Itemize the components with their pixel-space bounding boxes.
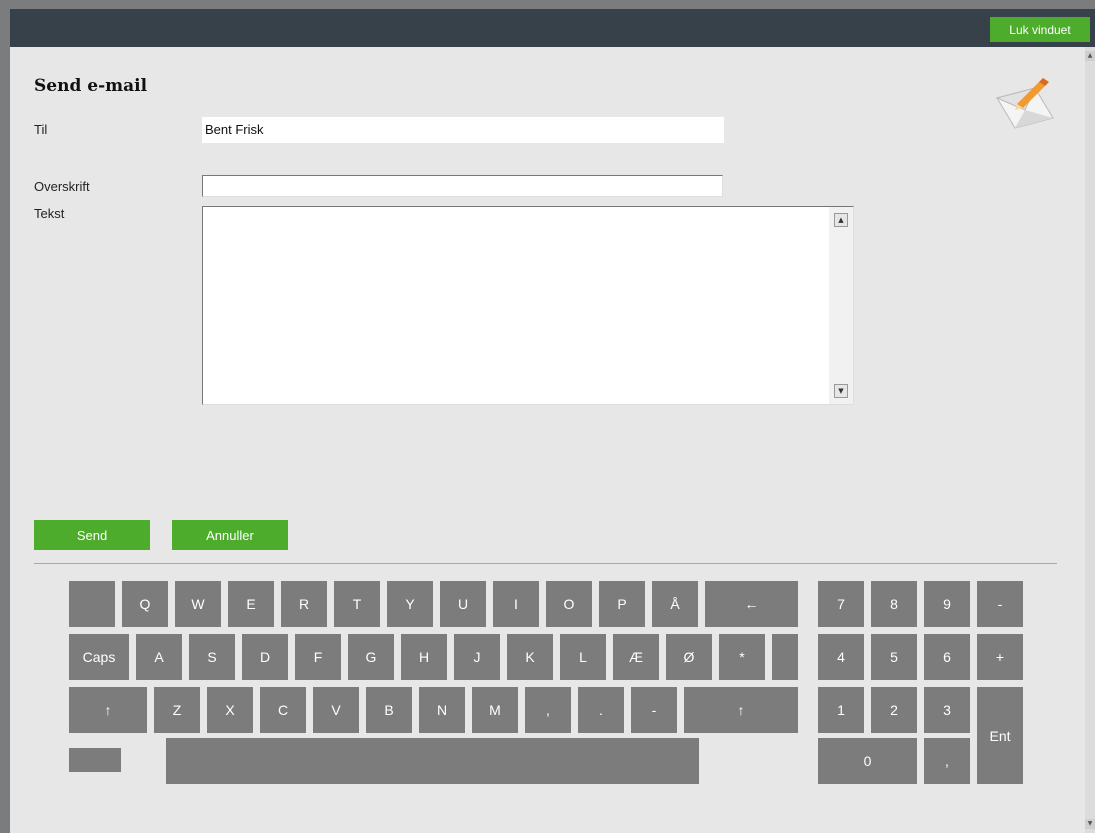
key-d[interactable]: D	[242, 634, 288, 680]
key-g[interactable]: G	[348, 634, 394, 680]
key-v[interactable]: V	[313, 687, 359, 733]
key-num-plus[interactable]: +	[977, 634, 1023, 680]
key-blank[interactable]	[69, 581, 115, 627]
key-i[interactable]: I	[493, 581, 539, 627]
key-num-enter[interactable]: Ent	[977, 687, 1023, 784]
key-w[interactable]: W	[175, 581, 221, 627]
page-title: Send e-mail	[34, 76, 148, 96]
to-field[interactable]: Bent Frisk	[202, 117, 724, 143]
key-m[interactable]: M	[472, 687, 518, 733]
key-comma[interactable]: ,	[525, 687, 571, 733]
key-oe[interactable]: Ø	[666, 634, 712, 680]
window-titlebar	[10, 9, 1095, 47]
key-b[interactable]: B	[366, 687, 412, 733]
cancel-button[interactable]: Annuller	[172, 520, 288, 550]
key-num-9[interactable]: 9	[924, 581, 970, 627]
key-shift-left[interactable]: ↑	[69, 687, 147, 733]
scroll-up-icon[interactable]: ▲	[1085, 51, 1095, 61]
message-textarea[interactable]	[202, 206, 854, 405]
close-window-button[interactable]: Luk vinduet	[990, 17, 1090, 42]
key-num-comma[interactable]: ,	[924, 738, 970, 784]
key-num-1[interactable]: 1	[818, 687, 864, 733]
key-shift-right[interactable]: ↑	[684, 687, 798, 733]
key-z[interactable]: Z	[154, 687, 200, 733]
key-c[interactable]: C	[260, 687, 306, 733]
key-num-5[interactable]: 5	[871, 634, 917, 680]
key-blank[interactable]	[69, 748, 121, 772]
page-scrollbar[interactable]: ▲ ▼	[1085, 47, 1095, 833]
key-num-2[interactable]: 2	[871, 687, 917, 733]
key-q[interactable]: Q	[122, 581, 168, 627]
key-y[interactable]: Y	[387, 581, 433, 627]
key-h[interactable]: H	[401, 634, 447, 680]
textarea-scroll-up-icon[interactable]: ▲	[834, 213, 848, 227]
key-x[interactable]: X	[207, 687, 253, 733]
key-n[interactable]: N	[419, 687, 465, 733]
key-t[interactable]: T	[334, 581, 380, 627]
key-s[interactable]: S	[189, 634, 235, 680]
key-u[interactable]: U	[440, 581, 486, 627]
key-j[interactable]: J	[454, 634, 500, 680]
key-k[interactable]: K	[507, 634, 553, 680]
key-backspace[interactable]: ←	[705, 581, 798, 627]
key-num-minus[interactable]: -	[977, 581, 1023, 627]
key-num-3[interactable]: 3	[924, 687, 970, 733]
key-num-0[interactable]: 0	[818, 738, 917, 784]
key-asterisk[interactable]: *	[719, 634, 765, 680]
key-e[interactable]: E	[228, 581, 274, 627]
scroll-down-icon[interactable]: ▼	[1085, 819, 1095, 829]
key-blank[interactable]	[772, 634, 798, 680]
key-f[interactable]: F	[295, 634, 341, 680]
key-num-6[interactable]: 6	[924, 634, 970, 680]
envelope-pencil-icon	[995, 78, 1054, 129]
key-ae[interactable]: Æ	[613, 634, 659, 680]
subject-input[interactable]	[202, 175, 723, 197]
key-p[interactable]: P	[599, 581, 645, 627]
key-period[interactable]: .	[578, 687, 624, 733]
textarea-scroll-down-icon[interactable]: ▼	[834, 384, 848, 398]
key-caps[interactable]: Caps	[69, 634, 129, 680]
key-l[interactable]: L	[560, 634, 606, 680]
key-space[interactable]	[166, 738, 699, 784]
to-label: Til	[34, 122, 48, 137]
key-o[interactable]: O	[546, 581, 592, 627]
key-aa[interactable]: Å	[652, 581, 698, 627]
key-a[interactable]: A	[136, 634, 182, 680]
text-label: Tekst	[34, 206, 65, 221]
key-num-8[interactable]: 8	[871, 581, 917, 627]
key-dash[interactable]: -	[631, 687, 677, 733]
key-r[interactable]: R	[281, 581, 327, 627]
textarea-scrollbar[interactable]: ▲ ▼	[829, 207, 853, 404]
subject-label: Overskrift	[34, 179, 90, 194]
send-button[interactable]: Send	[34, 520, 150, 550]
divider	[34, 563, 1057, 564]
key-num-7[interactable]: 7	[818, 581, 864, 627]
key-num-4[interactable]: 4	[818, 634, 864, 680]
